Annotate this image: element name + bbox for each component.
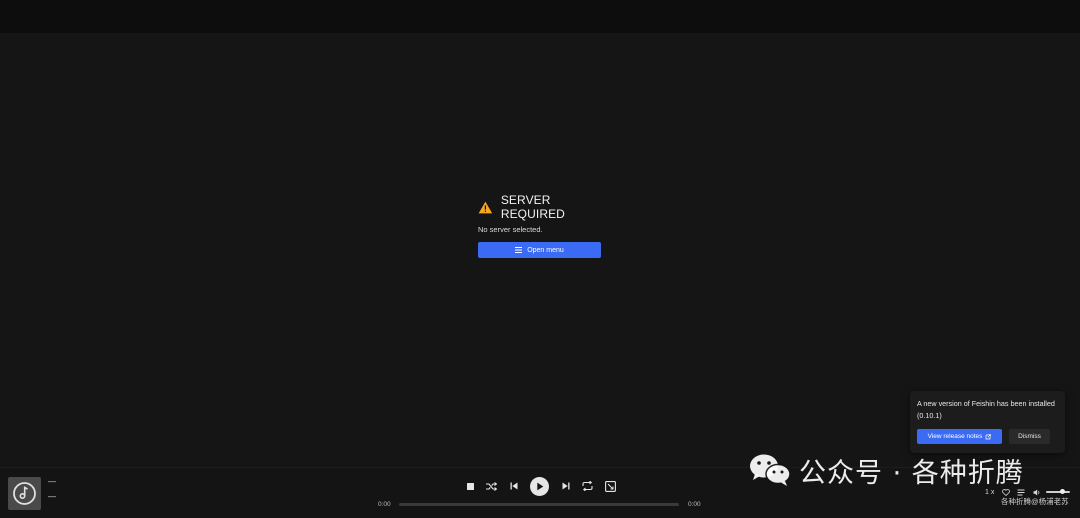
playback-controls	[463, 476, 619, 496]
shuffle-button[interactable]	[484, 477, 498, 495]
time-elapsed: 0:00	[378, 501, 391, 508]
no-server-message: No server selected.	[478, 225, 543, 234]
queue-button[interactable]	[603, 477, 617, 495]
wechat-icon	[750, 454, 791, 486]
update-notification: A new version of Feishin has been instal…	[910, 391, 1065, 453]
volume-slider-handle[interactable]	[1060, 489, 1065, 494]
title-bar	[0, 0, 1080, 33]
volume-icon	[1033, 489, 1040, 495]
play-button[interactable]	[529, 476, 549, 496]
server-required-panel: SERVER REQUIRED No server selected. Open…	[478, 193, 603, 258]
shuffle-icon	[485, 481, 497, 491]
watermark: 公众号 · 各种折腾	[749, 450, 1024, 490]
watermark-subtext: 各种折腾@杨浦老苏	[1001, 497, 1069, 506]
dismiss-button[interactable]: Dismiss	[1009, 429, 1050, 444]
album-art-placeholder-icon	[13, 482, 36, 505]
previous-button[interactable]	[507, 477, 521, 495]
open-menu-label: Open menu	[527, 246, 564, 254]
seek-bar[interactable]	[399, 503, 679, 506]
next-icon	[562, 482, 570, 490]
warning-icon	[478, 201, 493, 213]
previous-icon	[510, 482, 518, 490]
track-title[interactable]: —	[48, 478, 56, 486]
next-button[interactable]	[559, 477, 573, 495]
album-art[interactable]	[8, 477, 41, 510]
track-artist[interactable]: —	[48, 493, 56, 501]
server-required-header: SERVER REQUIRED	[478, 193, 603, 221]
volume-slider[interactable]	[1046, 491, 1070, 493]
time-total: 0:00	[688, 501, 701, 508]
external-link-icon	[986, 433, 992, 439]
play-icon	[529, 476, 549, 496]
stop-icon	[466, 482, 474, 490]
page-title: SERVER REQUIRED	[500, 193, 565, 221]
repeat-icon	[581, 481, 593, 491]
repeat-button[interactable]	[580, 477, 594, 495]
view-release-notes-button[interactable]: View release notes	[917, 429, 1002, 444]
queue-icon	[604, 480, 616, 492]
update-message: A new version of Feishin has been instal…	[917, 399, 1055, 420]
menu-icon	[515, 247, 523, 253]
open-menu-button[interactable]: Open menu	[478, 242, 601, 258]
stop-button[interactable]	[463, 477, 477, 495]
watermark-text: 公众号 · 各种折腾	[799, 457, 1024, 489]
view-release-notes-label: View release notes	[927, 433, 983, 440]
